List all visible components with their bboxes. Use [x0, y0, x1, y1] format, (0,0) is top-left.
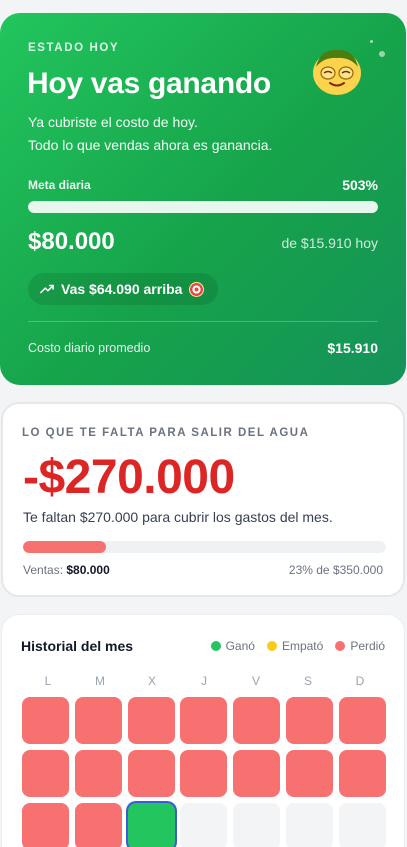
- target-icon: [189, 281, 205, 297]
- legend-item-tie: Empató: [266, 639, 324, 653]
- avg-cost-value: $15.910: [327, 340, 378, 356]
- weekday-header: L M X J V S D: [22, 674, 386, 688]
- day-cell-lost[interactable]: [233, 750, 281, 797]
- goal-percent: 503%: [342, 177, 378, 193]
- deficit-kicker: LO QUE TE FALTA PARA SALIR DEL AGUA: [22, 427, 310, 439]
- today-kicker: ESTADO HOY: [28, 42, 120, 54]
- day-cell-lost[interactable]: [22, 697, 69, 744]
- day-cell-empty: [180, 803, 228, 847]
- deficit-percent: 23% de $350.000: [288, 563, 383, 577]
- goal-label: Meta diaria: [28, 178, 91, 192]
- ahead-text: Vas $64.090 arriba: [61, 281, 183, 297]
- day-cell-lost[interactable]: [338, 750, 386, 797]
- day-cell-lost[interactable]: [180, 750, 228, 797]
- day-cell-empty: [338, 803, 386, 847]
- weekday-label: M: [95, 674, 105, 688]
- day-cell-lost[interactable]: [22, 803, 69, 847]
- day-cell-lost[interactable]: [285, 697, 333, 744]
- day-cell-lost[interactable]: [127, 697, 175, 744]
- day-cell-lost[interactable]: [127, 750, 175, 797]
- deficit-description: Te faltan $270.000 para cubrir los gasto…: [23, 509, 333, 525]
- today-subtitle-1: Ya cubriste el costo de hoy.: [28, 114, 198, 130]
- deficit-progress-bar: [23, 541, 386, 553]
- weekday-label: X: [147, 674, 156, 688]
- today-subtitle-2: Todo lo que vendas ahora es ganancia.: [28, 137, 273, 153]
- weekday-label: S: [303, 674, 312, 688]
- deficit-amount: -$270.000: [23, 451, 235, 504]
- sparkle-dot: [379, 51, 385, 57]
- sparkle-dot: [370, 40, 373, 43]
- deficit-sales: Ventas: $80.000: [23, 563, 110, 577]
- weekday-label: V: [251, 674, 260, 688]
- legend-label: Empató: [281, 639, 324, 653]
- deficit-sales-label: Ventas:: [23, 563, 64, 577]
- goal-progress-bar: [28, 201, 378, 213]
- day-cell-lost[interactable]: [180, 697, 228, 744]
- today-status-card: ESTADO HOY Hoy vas ganando Ya cubriste e…: [0, 13, 406, 385]
- monthly-deficit-card: LO QUE TE FALTA PARA SALIR DEL AGUA -$27…: [1, 402, 405, 597]
- day-cell-won[interactable]: [127, 803, 175, 847]
- legend-dot: [266, 641, 277, 651]
- legend-dot: [335, 641, 346, 651]
- history-legend: Ganó Empató Perdió: [210, 639, 385, 653]
- day-cell-lost[interactable]: [233, 697, 281, 744]
- history-title: Historial del mes: [21, 638, 134, 654]
- deficit-progress-fill: [23, 541, 107, 553]
- smiling-mascot-icon: [313, 49, 361, 101]
- day-grid: [22, 697, 386, 847]
- divider: [28, 321, 378, 322]
- weekday-label: J: [201, 674, 207, 688]
- weekday-label: D: [355, 674, 365, 688]
- legend-label: Perdió: [350, 639, 385, 653]
- goal-progress-fill: [28, 201, 378, 213]
- day-cell-lost[interactable]: [285, 750, 333, 797]
- legend-item-won: Ganó: [210, 639, 255, 653]
- weekday-label: L: [44, 674, 52, 688]
- ahead-badge: Vas $64.090 arriba: [28, 273, 219, 305]
- day-cell-lost[interactable]: [74, 750, 122, 797]
- trending-up-icon: [40, 284, 54, 294]
- day-cell-empty: [285, 803, 333, 847]
- day-cell-lost[interactable]: [74, 803, 122, 847]
- day-cell-lost[interactable]: [338, 697, 386, 744]
- day-cell-lost[interactable]: [22, 750, 69, 797]
- today-cost-reference: de $15.910 hoy: [281, 235, 378, 251]
- legend-item-lost: Perdió: [335, 639, 385, 653]
- today-sales-value: $80.000: [28, 228, 115, 255]
- deficit-sales-value: $80.000: [66, 563, 110, 577]
- avg-cost-label: Costo diario promedio: [28, 341, 151, 355]
- day-cell-lost[interactable]: [74, 697, 122, 744]
- legend-dot: [210, 641, 221, 651]
- today-title: Hoy vas ganando: [27, 67, 271, 100]
- legend-label: Ganó: [225, 639, 255, 653]
- month-history-card: Historial del mes Ganó Empató Perdió L M…: [1, 614, 405, 847]
- day-cell-empty: [233, 803, 281, 847]
